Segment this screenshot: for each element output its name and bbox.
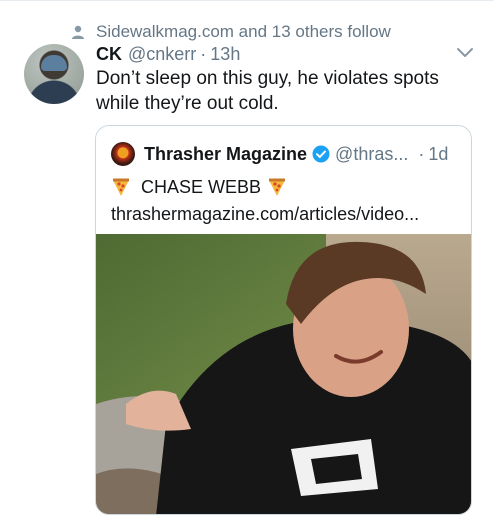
tweet-header: CK @cnkerr · 13h [96, 42, 240, 66]
pizza-icon [269, 178, 286, 196]
separator-dot: · [200, 43, 207, 64]
avatar-hat [41, 55, 67, 71]
social-context[interactable]: Sidewalkmag.com and 13 others follow [70, 22, 391, 42]
quoted-avatar[interactable] [111, 142, 135, 166]
chevron-down-icon[interactable] [456, 46, 474, 58]
quoted-title: CHASE WEBB [111, 174, 287, 200]
timestamp[interactable]: 13h [210, 44, 240, 65]
quoted-separator-dot: · [418, 143, 425, 164]
quoted-author-handle[interactable]: @thras... [335, 144, 408, 165]
quoted-header: Thrasher Magazine @thras... · 1d [144, 141, 448, 167]
quoted-media-image[interactable] [96, 234, 471, 514]
author-name[interactable]: CK [96, 44, 122, 65]
avatar[interactable] [24, 44, 84, 104]
person-icon [72, 25, 84, 39]
social-context-text: Sidewalkmag.com and 13 others follow [96, 22, 391, 41]
pizza-icon [113, 178, 129, 196]
quoted-title-text: CHASE WEBB [141, 176, 262, 197]
verified-badge-icon [312, 145, 330, 163]
author-handle[interactable]: @cnkerr [128, 44, 196, 65]
divider [0, 0, 494, 1]
quoted-tweet-card[interactable]: Thrasher Magazine @thras... · 1d CHASE W… [95, 125, 472, 515]
quoted-author-name[interactable]: Thrasher Magazine [144, 144, 307, 165]
quoted-link[interactable]: thrashermagazine.com/articles/video... [111, 202, 461, 226]
tweet-text: Don’t sleep on this guy, he violates spo… [96, 68, 439, 114]
quoted-timestamp[interactable]: 1d [428, 144, 448, 165]
